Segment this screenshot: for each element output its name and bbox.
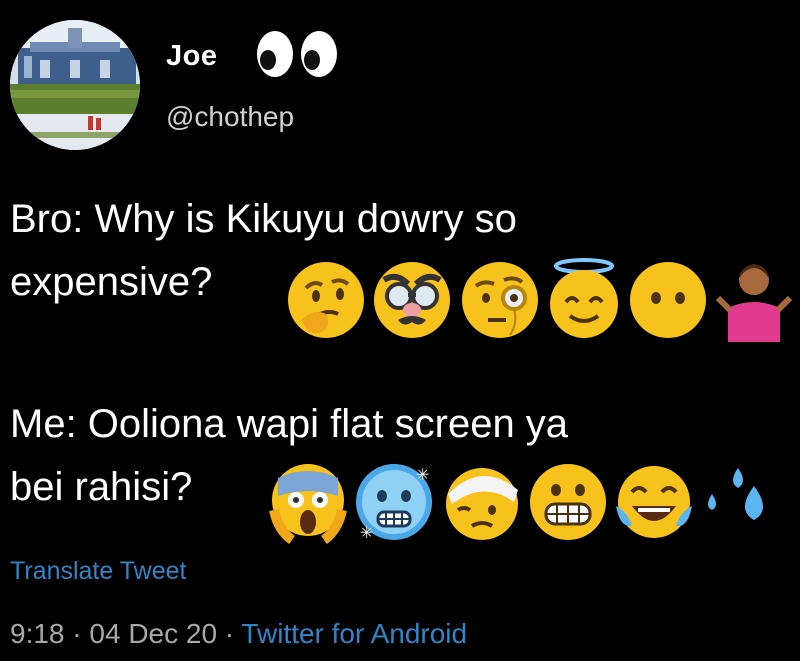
- cold-face-icon: ✳ ✳: [356, 464, 432, 542]
- tweet-source-link[interactable]: Twitter for Android: [241, 618, 467, 649]
- face-screaming-in-fear-icon: [269, 464, 347, 544]
- face-with-head-bandage-icon: [446, 468, 518, 540]
- face-with-tears-of-joy-icon: [616, 466, 692, 538]
- person-shrugging-icon: [715, 264, 793, 342]
- emoji-row: ✳ ✳: [0, 460, 800, 544]
- face-without-mouth-icon: [630, 262, 706, 338]
- avatar-image: [10, 20, 140, 150]
- disguised-face-icon: [374, 262, 450, 338]
- user-handle[interactable]: @chothep: [166, 101, 294, 133]
- tweet-text-line: Me: Ooliona wapi flat screen ya: [10, 402, 569, 446]
- tweet-time[interactable]: 9:18: [10, 618, 65, 649]
- grimacing-face-icon: [530, 464, 606, 540]
- translate-tweet-link[interactable]: Translate Tweet: [10, 557, 186, 586]
- smiling-face-with-halo-icon: [550, 258, 618, 338]
- face-with-monocle-icon: [462, 262, 538, 338]
- svg-text:✳: ✳: [416, 465, 429, 484]
- tweet-meta: 9:18 · 04 Dec 20 · Twitter for Android: [10, 618, 467, 650]
- eyes-emoji-icon: [257, 31, 337, 77]
- meta-separator: ·: [64, 618, 90, 649]
- display-name[interactable]: Joe: [166, 40, 217, 73]
- thinking-face-icon: [288, 262, 364, 338]
- tweet-date[interactable]: 04 Dec 20: [89, 618, 217, 649]
- meta-separator: ·: [217, 618, 242, 649]
- avatar[interactable]: [10, 20, 140, 150]
- tweet-text-line: Bro: Why is Kikuyu dowry so: [10, 197, 517, 241]
- sweat-droplets-icon: [708, 468, 763, 520]
- svg-text:✳: ✳: [360, 523, 373, 542]
- emoji-row: [0, 258, 800, 342]
